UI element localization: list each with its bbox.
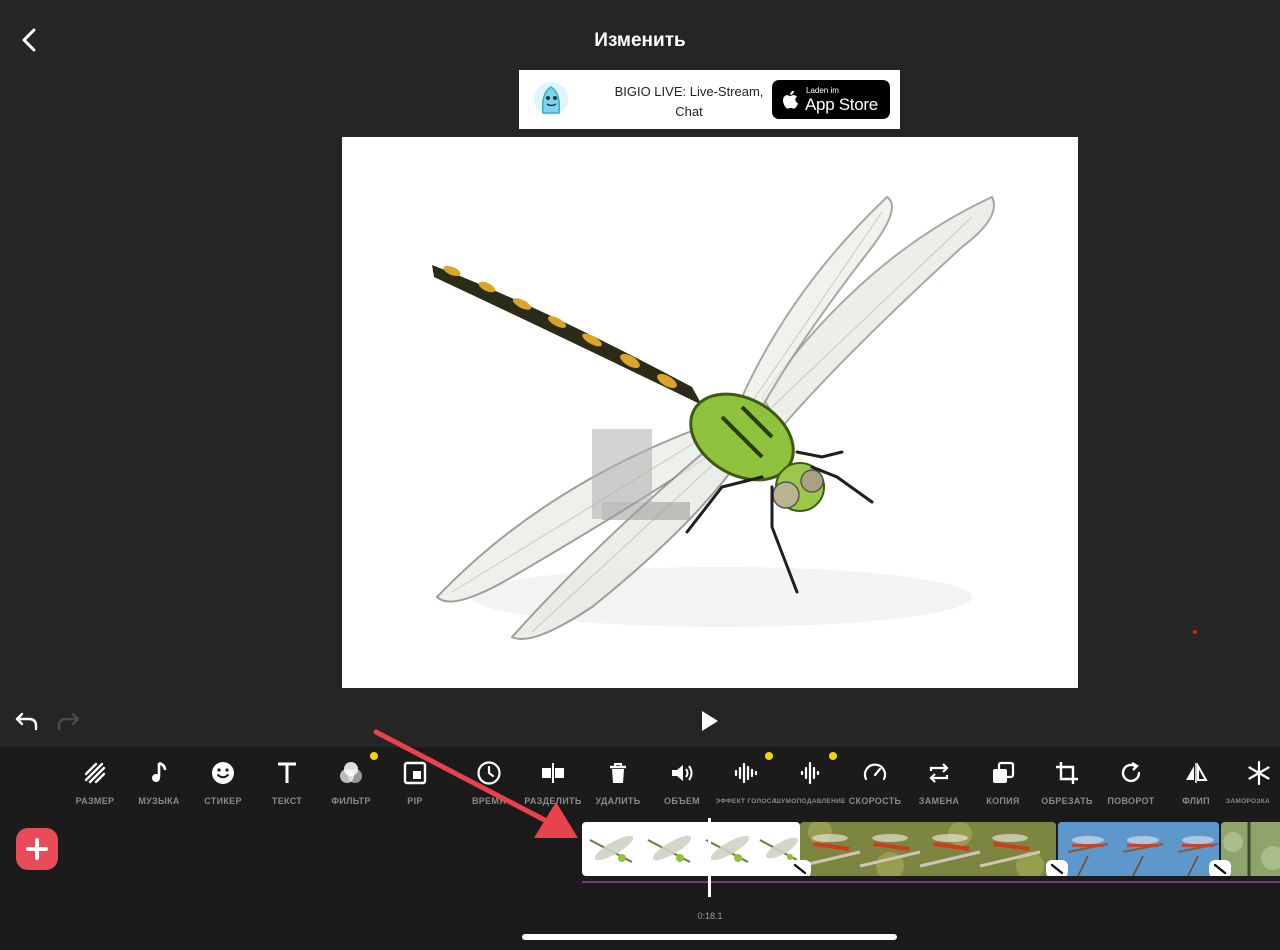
plus-icon <box>26 838 48 860</box>
clip-thumbnails <box>1058 822 1219 876</box>
red-dot <box>1193 630 1197 634</box>
timeline-clip-1[interactable] <box>582 822 800 876</box>
redo-icon <box>57 712 80 731</box>
trash-icon <box>610 763 626 783</box>
denoise-icon <box>800 761 820 785</box>
rotate-icon <box>1121 761 1141 783</box>
filter-icon <box>340 762 362 783</box>
copy-icon <box>993 761 1015 783</box>
add-clip-button[interactable] <box>16 828 58 870</box>
home-indicator[interactable] <box>522 934 897 940</box>
transition-button[interactable] <box>1209 860 1231 876</box>
transition-icon <box>1050 863 1064 875</box>
ad-banner[interactable]: BIGIO LIVE: Live-Stream, Chat Laden im A… <box>519 70 900 129</box>
app-store-button[interactable]: Laden im App Store <box>772 80 890 119</box>
text-icon <box>278 762 296 783</box>
tool-label: ЗАМОРОЗКА <box>1226 798 1270 805</box>
flip-icon <box>1186 762 1208 783</box>
audio-track-line <box>582 881 1280 883</box>
clip-thumbnails <box>800 822 1056 876</box>
new-indicator-dot <box>829 752 837 760</box>
video-preview[interactable] <box>342 137 1078 688</box>
ad-text: BIGIO LIVE: Live-Stream, Chat <box>579 82 799 122</box>
snowflake-icon <box>1248 760 1270 786</box>
transition-button[interactable] <box>1046 860 1068 876</box>
tool-pip[interactable]: PIP <box>382 756 448 812</box>
app-store-small-text: Laden im <box>806 86 839 95</box>
apple-icon <box>783 90 798 109</box>
undo-icon <box>15 712 38 731</box>
timeline-clip-2[interactable] <box>800 822 1056 876</box>
new-indicator-dot <box>765 752 773 760</box>
redo-button[interactable] <box>55 708 81 734</box>
transition-button[interactable] <box>789 860 811 876</box>
playhead[interactable] <box>708 818 711 897</box>
new-indicator-dot <box>370 752 378 760</box>
split-icon <box>542 763 564 783</box>
dragonfly-image <box>342 137 1078 688</box>
tool-flip[interactable]: ФЛИП <box>1163 756 1229 812</box>
play-button[interactable] <box>696 708 722 734</box>
page-title: Изменить <box>594 30 686 51</box>
music-note-icon <box>152 761 167 782</box>
transition-icon <box>1213 863 1227 875</box>
undo-button[interactable] <box>14 708 40 734</box>
speed-icon <box>863 763 887 781</box>
bigio-logo-icon <box>534 82 568 116</box>
resize-icon <box>84 762 106 784</box>
volume-icon <box>672 765 693 781</box>
timeline-track[interactable] <box>582 822 1280 876</box>
ad-text-line2: Chat <box>675 104 703 119</box>
clock-icon <box>477 761 501 785</box>
timecode: 0:18.1 <box>697 911 723 921</box>
replace-icon <box>929 763 949 783</box>
tool-freeze[interactable]: ЗАМОРОЗКА <box>1226 756 1280 812</box>
transition-icon <box>793 863 807 875</box>
voice-effect-icon <box>734 762 758 784</box>
timeline-clip-3[interactable] <box>1058 822 1219 876</box>
pip-icon <box>403 761 427 785</box>
play-icon <box>702 711 718 731</box>
app-store-big-text: App Store <box>805 95 878 114</box>
clip-thumbnails <box>589 835 798 863</box>
ad-text-line1: BIGIO LIVE: Live-Stream, <box>614 84 764 99</box>
crop-icon <box>1056 762 1078 784</box>
smiley-icon <box>212 762 234 784</box>
